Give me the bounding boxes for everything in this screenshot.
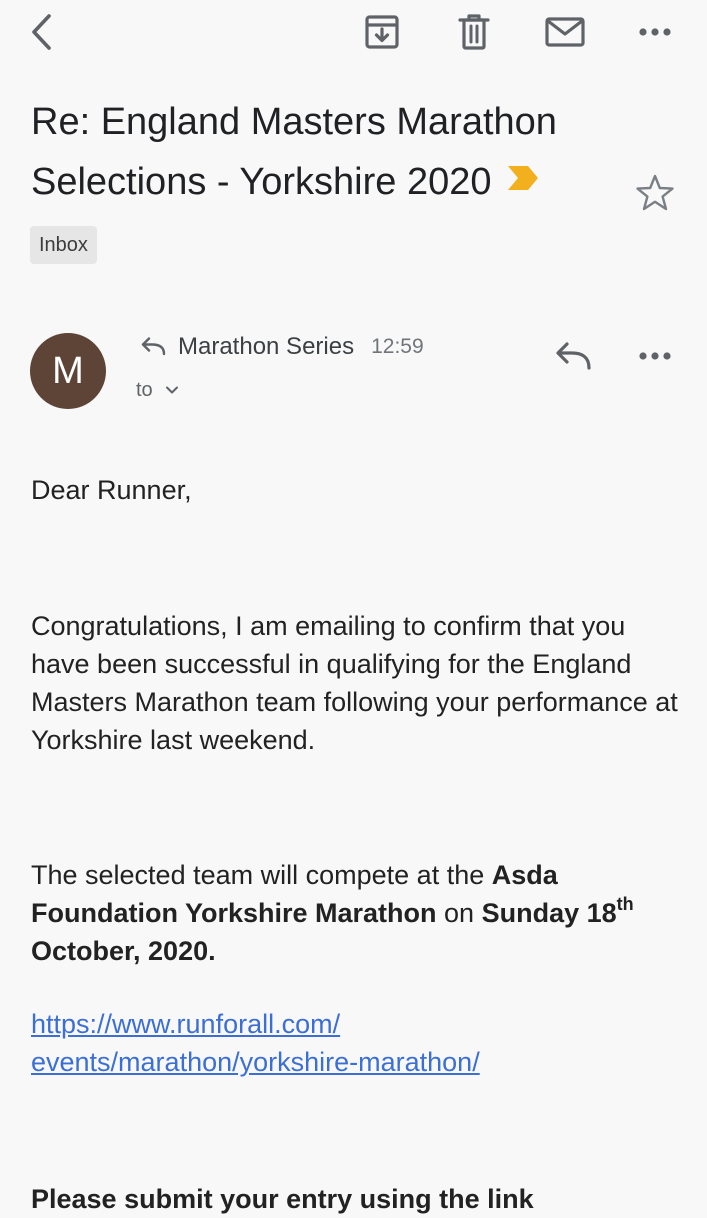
sender-row: Marathon Series 12:59 bbox=[140, 330, 424, 364]
more-horizontal-icon bbox=[639, 352, 671, 360]
body-paragraph-3: Please submit your entry using the link bbox=[31, 1180, 691, 1218]
event-date-day: Sunday 18 bbox=[481, 898, 617, 928]
trash-icon bbox=[458, 14, 490, 50]
star-button[interactable] bbox=[634, 172, 676, 219]
chevron-down-icon bbox=[165, 386, 178, 394]
para2-on: on bbox=[436, 898, 482, 928]
event-link-line-1[interactable]: https://www.runforall.com/ bbox=[31, 1005, 691, 1043]
archive-button[interactable] bbox=[360, 10, 404, 54]
replied-icon bbox=[141, 337, 166, 356]
event-link[interactable]: https://www.runforall.com/ events/marath… bbox=[31, 1005, 691, 1081]
star-icon bbox=[636, 174, 674, 211]
sender-avatar[interactable]: M bbox=[30, 333, 106, 409]
chevron-left-icon bbox=[32, 14, 51, 50]
more-horizontal-icon bbox=[639, 28, 671, 36]
sender-name[interactable]: Marathon Series bbox=[178, 333, 354, 361]
message-more-button[interactable] bbox=[632, 334, 678, 378]
subject-text: Re: England Masters Marathon Selections … bbox=[31, 101, 557, 203]
reply-button[interactable] bbox=[550, 336, 596, 376]
event-date-rest: October, 2020. bbox=[31, 936, 216, 966]
delete-button[interactable] bbox=[452, 10, 496, 54]
reply-icon bbox=[556, 342, 591, 370]
event-link-line-2[interactable]: events/marathon/yorkshire-marathon/ bbox=[31, 1043, 691, 1081]
back-button[interactable] bbox=[22, 10, 62, 54]
important-marker-icon[interactable] bbox=[506, 150, 540, 210]
sent-time: 12:59 bbox=[371, 335, 424, 358]
body-paragraph-2: The selected team will compete at the As… bbox=[31, 856, 691, 970]
recipients-toggle[interactable]: to bbox=[136, 376, 179, 404]
archive-icon bbox=[365, 15, 399, 49]
mark-unread-button[interactable] bbox=[542, 10, 588, 54]
para2-intro: The selected team will compete at the bbox=[31, 860, 492, 890]
envelope-icon bbox=[545, 17, 585, 47]
event-date-suffix: th bbox=[616, 894, 634, 914]
inbox-label-chip[interactable]: Inbox bbox=[30, 226, 97, 264]
body-paragraph-1: Congratulations, I am emailing to confir… bbox=[31, 611, 678, 755]
email-subject: Re: England Masters Marathon Selections … bbox=[31, 92, 641, 214]
greeting-text: Dear Runner, bbox=[31, 475, 192, 505]
to-label: to bbox=[136, 378, 153, 401]
submit-instruction: Please submit your entry using the link bbox=[31, 1184, 534, 1214]
more-options-button[interactable] bbox=[632, 10, 678, 54]
